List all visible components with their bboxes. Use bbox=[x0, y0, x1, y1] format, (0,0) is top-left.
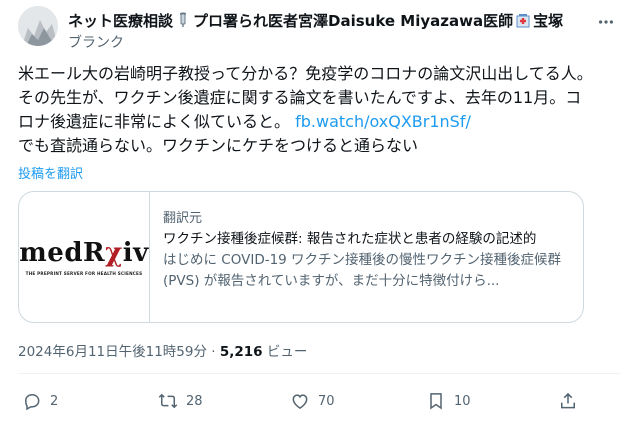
logo-text-end: iv bbox=[122, 238, 149, 268]
author-name-part3: 宝塚 bbox=[533, 11, 564, 30]
more-options-icon[interactable] bbox=[596, 12, 616, 32]
reply-icon bbox=[24, 393, 40, 411]
repost-button[interactable]: 28 bbox=[158, 386, 203, 416]
link-preview-card[interactable]: medRχiv THE PREPRINT SERVER FOR HEALTH S… bbox=[18, 191, 584, 323]
author-name-part1: ネット医療相談 bbox=[68, 11, 174, 30]
meta-separator: · bbox=[206, 344, 220, 360]
bookmark-button[interactable]: 10 bbox=[426, 386, 471, 416]
reply-button[interactable]: 2 bbox=[22, 386, 58, 416]
avatar[interactable] bbox=[18, 6, 58, 46]
logo-text-main: medR bbox=[19, 238, 106, 268]
timestamp[interactable]: 2024年6月11日午後11時59分 bbox=[18, 344, 207, 360]
views-count: 5,216 bbox=[219, 344, 263, 360]
tweet-text: 米エール大の岩崎明子教授って分かる？免疫学のコロナの論文沢山出してる人。 その先… bbox=[18, 62, 593, 158]
logo-text-r: χ bbox=[105, 238, 123, 268]
card-domain: 翻訳元 bbox=[163, 211, 203, 226]
tweet-meta: 2024年6月11日午後11時59分 · 5,216 ビュー bbox=[18, 340, 307, 360]
card-body: 翻訳元 ワクチン接種後症候群: 報告された症状と患者の経験の記述的 はじめに C… bbox=[163, 210, 571, 292]
repost-count: 28 bbox=[186, 393, 203, 409]
heart-icon bbox=[292, 394, 308, 409]
views-label: ビュー bbox=[262, 344, 308, 360]
hospital-icon bbox=[515, 12, 531, 28]
logo-subtitle: THE PREPRINT SERVER FOR HEALTH SCIENCES bbox=[25, 271, 143, 276]
author-handle[interactable]: ブランク bbox=[68, 32, 124, 52]
card-title: ワクチン接種後症候群: 報告された症状と患者の経験の記述的 bbox=[163, 231, 537, 247]
reply-count: 2 bbox=[50, 393, 59, 409]
action-bar: 2 28 70 10 bbox=[18, 386, 620, 416]
repost-icon bbox=[158, 393, 178, 409]
medrxiv-logo: medRχiv THE PREPRINT SERVER FOR HEALTH S… bbox=[19, 192, 150, 322]
bookmark-icon bbox=[430, 393, 442, 410]
share-icon bbox=[561, 392, 575, 409]
tweet-header: ネット医療相談 プロ署られ医者宮澤Daisuke Miyazawa医師 宝塚 ブ… bbox=[18, 6, 624, 52]
like-count: 70 bbox=[318, 393, 335, 409]
card-description: はじめに COVID-19 ワクチン接種後の慢性ワクチン接種後症候群 (PVS)… bbox=[163, 252, 562, 289]
divider bbox=[18, 373, 620, 374]
share-button[interactable] bbox=[558, 386, 578, 416]
tweet-text-tail: でも査読通らない。ワクチンにケチをつけると通らない bbox=[18, 136, 419, 155]
logo-wordmark: medRχiv bbox=[19, 238, 148, 268]
avatar-image bbox=[18, 6, 58, 46]
tweet-link[interactable]: fb.watch/oxQXBr1nSf/ bbox=[295, 112, 471, 131]
author-name-part2: プロ署られ医者宮澤Daisuke Miyazawa医師 bbox=[193, 11, 514, 30]
author-name[interactable]: ネット医療相談 プロ署られ医者宮澤Daisuke Miyazawa医師 宝塚 bbox=[68, 10, 564, 30]
translate-post-link[interactable]: 投稿を翻訳 bbox=[18, 163, 83, 182]
like-button[interactable]: 70 bbox=[290, 386, 335, 416]
syringe-icon bbox=[175, 12, 191, 28]
bookmark-count: 10 bbox=[454, 393, 471, 409]
